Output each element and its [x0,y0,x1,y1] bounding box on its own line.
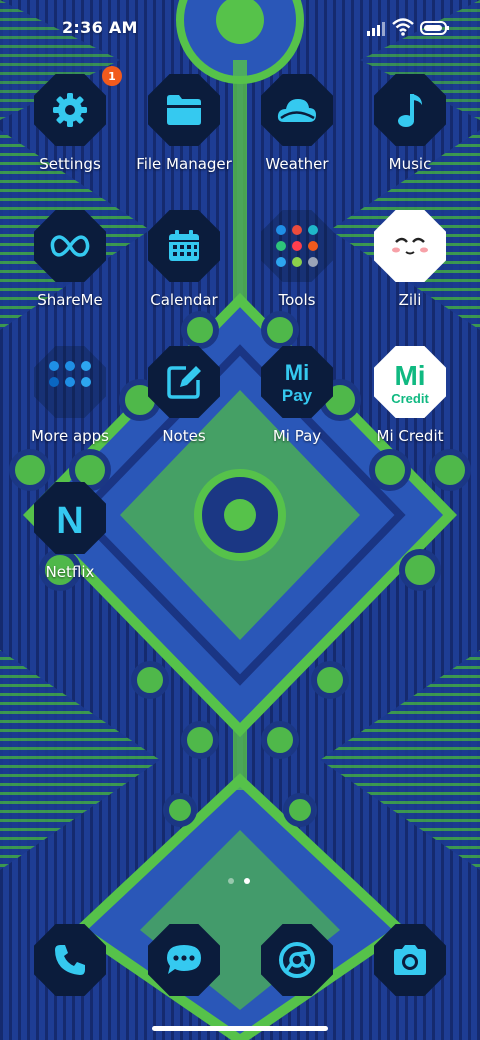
mi-pay-tile[interactable]: Mi Pay [261,346,333,418]
dock-camera[interactable] [353,918,467,1008]
gear-icon [53,93,87,127]
app-file-manager[interactable]: File Manager [127,66,241,184]
message-bubble-icon [167,945,201,974]
messages-tile[interactable] [148,924,220,996]
shareme-tile[interactable] [34,210,106,282]
app-zili[interactable]: Zili [353,202,467,320]
zili-tile[interactable] [374,210,446,282]
logo-text: Credit [391,391,429,406]
infinity-icon [50,235,90,257]
status-bar: 2:36 AM [0,0,480,56]
calendar-icon [169,230,199,261]
chrome-icon [279,942,315,978]
notes-edit-icon [167,366,201,399]
folder-icon [167,95,201,125]
dock-messages[interactable] [127,918,241,1008]
home-gesture-bar[interactable] [152,1026,328,1031]
app-label: Zili [398,291,422,309]
dock-chrome[interactable] [240,918,354,1008]
file-manager-tile[interactable] [148,74,220,146]
app-settings[interactable]: 1 Settings [13,66,127,184]
logo-text: Pay [282,386,313,405]
page-dot [228,878,234,884]
notes-tile[interactable] [148,346,220,418]
logo-text: Mi [285,360,309,385]
app-shareme[interactable]: ShareMe [13,202,127,320]
phone-tile[interactable] [34,924,106,996]
app-netflix[interactable]: N Netflix [13,474,127,592]
camera-icon [394,945,426,975]
zili-face-icon [392,237,428,255]
page-dot-active [244,878,250,884]
app-notes[interactable]: Notes [127,338,241,456]
app-label: Netflix [45,563,95,581]
folder-grid-icon [276,225,318,267]
weather-tile[interactable] [261,74,333,146]
logo-text: Mi [394,360,425,391]
logo-text: N [56,500,83,540]
notification-badge: 1 [102,66,122,86]
mi-pay-logo: Mi Pay [282,360,313,405]
wifi-icon [392,18,414,36]
app-music[interactable]: Music [353,66,467,184]
cloud-icon [277,99,316,122]
dock-phone[interactable] [13,918,127,1008]
chrome-tile[interactable] [261,924,333,996]
app-weather[interactable]: Weather [240,66,354,184]
music-note-icon [398,94,422,127]
folder-tools[interactable]: Tools [240,202,354,320]
folder-grid-icon [49,361,91,387]
folder-more-apps[interactable]: More apps [13,338,127,456]
camera-tile[interactable] [374,924,446,996]
page-indicator [226,878,254,886]
app-label: Music [388,155,432,173]
app-label: Mi Credit [376,427,444,445]
netflix-tile[interactable]: N [34,482,106,554]
battery-icon [420,21,449,35]
app-calendar[interactable]: Calendar [127,202,241,320]
calendar-tile[interactable] [148,210,220,282]
mi-credit-logo: Mi Credit [391,360,429,406]
status-time: 2:36 AM [62,18,138,37]
mi-credit-tile[interactable]: Mi Credit [374,346,446,418]
phone-icon [55,945,85,975]
app-mi-credit[interactable]: Mi Credit Mi Credit [353,338,467,456]
signal-bars-icon [367,22,385,36]
music-tile[interactable] [374,74,446,146]
netflix-n-icon: N [56,500,83,540]
app-mi-pay[interactable]: Mi Pay Mi Pay [240,338,354,456]
settings-tile[interactable] [34,74,106,146]
tools-folder-tile[interactable] [261,210,333,282]
more-apps-folder-tile[interactable] [34,346,106,418]
